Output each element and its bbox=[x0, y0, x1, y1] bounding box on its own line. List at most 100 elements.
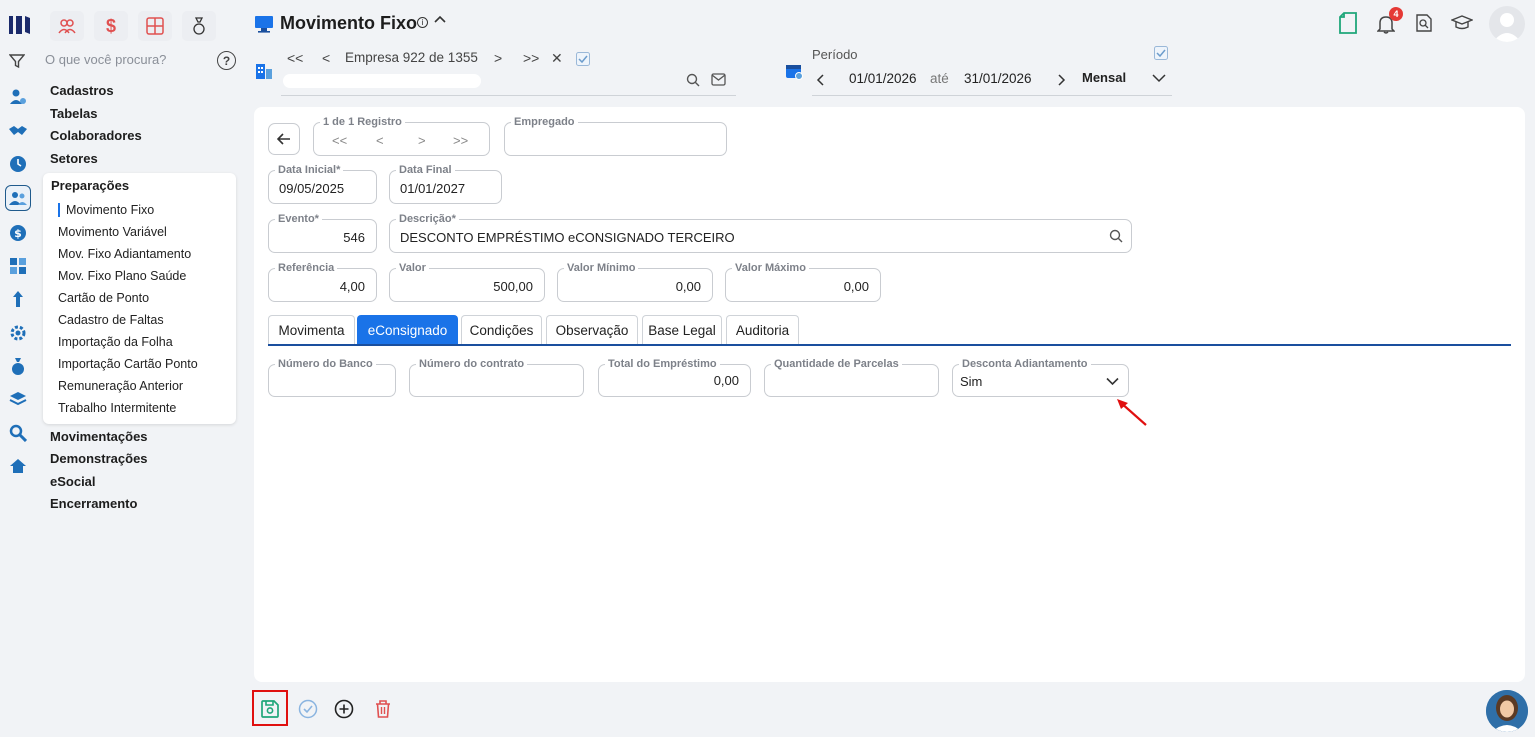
numero-contrato-field[interactable]: Número do contrato bbox=[409, 357, 584, 397]
document-green-icon[interactable] bbox=[1338, 12, 1358, 34]
record-next-button[interactable]: > bbox=[418, 133, 426, 148]
submenu-item-movimento-fixo[interactable]: Movimento Fixo bbox=[58, 203, 154, 217]
evento-field[interactable]: Evento* 546 bbox=[268, 212, 377, 253]
evento-label: Evento* bbox=[275, 212, 322, 226]
tab-econsignado[interactable]: eConsignado bbox=[357, 315, 458, 345]
company-checkbox[interactable] bbox=[576, 52, 590, 66]
menu-movimentacoes[interactable]: Movimentações bbox=[50, 429, 148, 444]
money-bag-shortcut-icon[interactable] bbox=[182, 11, 216, 41]
plus-circle-icon bbox=[334, 699, 354, 719]
tab-base-legal[interactable]: Base Legal bbox=[642, 315, 722, 345]
submenu-item-trabalho-intermitente[interactable]: Trabalho Intermitente bbox=[58, 401, 176, 415]
valor-label: Valor bbox=[396, 261, 429, 275]
menu-search-input[interactable]: O que você procura? bbox=[45, 52, 166, 67]
tab-auditoria[interactable]: Auditoria bbox=[726, 315, 799, 345]
page-title: Movimento Fixo bbox=[280, 13, 418, 33]
chevron-down-icon[interactable] bbox=[1152, 73, 1166, 83]
assistant-avatar[interactable] bbox=[1486, 690, 1528, 732]
dollar-shortcut-icon[interactable]: $ bbox=[94, 11, 128, 41]
back-button[interactable] bbox=[268, 123, 300, 155]
period-from-input[interactable]: 01/01/2026 bbox=[849, 71, 917, 86]
submenu-item-mov-fixo-plano-saude[interactable]: Mov. Fixo Plano Saúde bbox=[58, 269, 186, 283]
company-underline bbox=[281, 95, 736, 96]
filter-icon[interactable] bbox=[9, 53, 25, 69]
handshake-icon[interactable] bbox=[8, 121, 28, 141]
menu-setores[interactable]: Setores bbox=[50, 151, 98, 166]
menu-colaboradores[interactable]: Colaboradores bbox=[50, 128, 142, 143]
period-to-input[interactable]: 31/01/2026 bbox=[964, 71, 1032, 86]
chart-up-icon[interactable] bbox=[8, 289, 28, 309]
app-logo-icon[interactable] bbox=[8, 14, 32, 36]
record-prev-button[interactable]: < bbox=[376, 133, 384, 148]
chevron-up-icon[interactable] bbox=[434, 14, 446, 24]
record-first-button[interactable]: << bbox=[332, 133, 347, 148]
period-checkbox[interactable] bbox=[1154, 46, 1168, 60]
empregado-field[interactable]: Empregado bbox=[504, 115, 727, 156]
data-final-field[interactable]: Data Final 01/01/2027 bbox=[389, 163, 502, 204]
company-first-button[interactable]: << bbox=[287, 50, 303, 66]
layers-icon[interactable] bbox=[8, 389, 28, 409]
submenu-item-importacao-cartao-ponto[interactable]: Importação Cartão Ponto bbox=[58, 357, 198, 371]
graduation-cap-icon[interactable] bbox=[1451, 15, 1473, 31]
menu-tabelas[interactable]: Tabelas bbox=[50, 106, 97, 121]
submenu-title[interactable]: Preparações bbox=[51, 178, 129, 193]
users-gear-icon[interactable] bbox=[8, 87, 28, 107]
submenu-item-remuneracao-anterior[interactable]: Remuneração Anterior bbox=[58, 379, 183, 393]
home-icon[interactable] bbox=[8, 456, 28, 476]
submenu-item-movimento-variavel[interactable]: Movimento Variável bbox=[58, 225, 167, 239]
clock-icon[interactable] bbox=[8, 154, 28, 174]
data-inicial-field[interactable]: Data Inicial* 09/05/2025 bbox=[268, 163, 377, 204]
save-button[interactable] bbox=[258, 697, 282, 721]
dollar-icon[interactable]: $ bbox=[8, 223, 28, 243]
tab-movimenta[interactable]: Movimenta bbox=[268, 315, 355, 345]
people-shortcut-icon[interactable] bbox=[50, 11, 84, 41]
help-icon[interactable]: ? bbox=[217, 51, 236, 70]
add-button[interactable] bbox=[332, 697, 356, 721]
descricao-field[interactable]: Descrição* DESCONTO EMPRÉSTIMO eCONSIGNA… bbox=[389, 212, 1132, 253]
menu-demonstracoes[interactable]: Demonstrações bbox=[50, 451, 148, 466]
document-search-icon[interactable] bbox=[1416, 14, 1432, 32]
info-icon[interactable]: i bbox=[417, 17, 428, 28]
gear-icon[interactable] bbox=[8, 323, 28, 343]
period-prev-icon[interactable] bbox=[816, 73, 826, 87]
submenu-item-cartao-ponto[interactable]: Cartão de Ponto bbox=[58, 291, 149, 305]
submenu-item-cadastro-faltas[interactable]: Cadastro de Faltas bbox=[58, 313, 164, 327]
menu-encerramento[interactable]: Encerramento bbox=[50, 496, 137, 511]
menu-esocial[interactable]: eSocial bbox=[50, 474, 96, 489]
user-avatar[interactable] bbox=[1489, 6, 1525, 42]
calculator-icon[interactable] bbox=[8, 256, 28, 276]
submenu-item-importacao-folha[interactable]: Importação da Folha bbox=[58, 335, 173, 349]
total-emprestimo-field[interactable]: Total do Empréstimo 0,00 bbox=[598, 357, 751, 397]
period-next-icon[interactable] bbox=[1056, 73, 1066, 87]
confirm-button[interactable] bbox=[296, 697, 320, 721]
delete-button[interactable] bbox=[371, 697, 395, 721]
company-last-button[interactable]: >> bbox=[523, 50, 539, 66]
mail-icon[interactable] bbox=[711, 73, 726, 86]
company-next-button[interactable]: > bbox=[494, 50, 502, 66]
referencia-field[interactable]: Referência 4,00 bbox=[268, 261, 377, 302]
valor-field[interactable]: Valor 500,00 bbox=[389, 261, 545, 302]
period-mode-select[interactable]: Mensal bbox=[1082, 70, 1126, 85]
quantidade-parcelas-field[interactable]: Quantidade de Parcelas bbox=[764, 357, 939, 397]
search-icon[interactable] bbox=[686, 73, 700, 87]
record-last-button[interactable]: >> bbox=[453, 133, 468, 148]
company-prev-button[interactable]: < bbox=[322, 50, 330, 66]
magnifier-icon[interactable] bbox=[8, 423, 28, 443]
people-icon[interactable] bbox=[5, 185, 31, 211]
svg-text:$: $ bbox=[14, 227, 22, 240]
submenu-item-mov-fixo-adiantamento[interactable]: Mov. Fixo Adiantamento bbox=[58, 247, 191, 261]
menu-cadastros[interactable]: Cadastros bbox=[50, 83, 114, 98]
descricao-search-icon[interactable] bbox=[1109, 229, 1123, 243]
tab-observacao[interactable]: Observação bbox=[546, 315, 638, 345]
numero-contrato-label: Número do contrato bbox=[416, 357, 528, 371]
chevron-down-icon[interactable] bbox=[1106, 377, 1119, 386]
money-bag-icon[interactable] bbox=[8, 356, 28, 376]
valor-maximo-field[interactable]: Valor Máximo 0,00 bbox=[725, 261, 881, 302]
company-name-field[interactable] bbox=[283, 74, 481, 88]
calculator-shortcut-icon[interactable] bbox=[138, 11, 172, 41]
tab-condicoes[interactable]: Condições bbox=[461, 315, 542, 345]
company-close-button[interactable]: ✕ bbox=[551, 50, 563, 67]
desconta-adiantamento-select[interactable]: Desconta Adiantamento Sim bbox=[952, 357, 1129, 397]
valor-minimo-field[interactable]: Valor Mínimo 0,00 bbox=[557, 261, 713, 302]
numero-banco-field[interactable]: Número do Banco bbox=[268, 357, 396, 397]
